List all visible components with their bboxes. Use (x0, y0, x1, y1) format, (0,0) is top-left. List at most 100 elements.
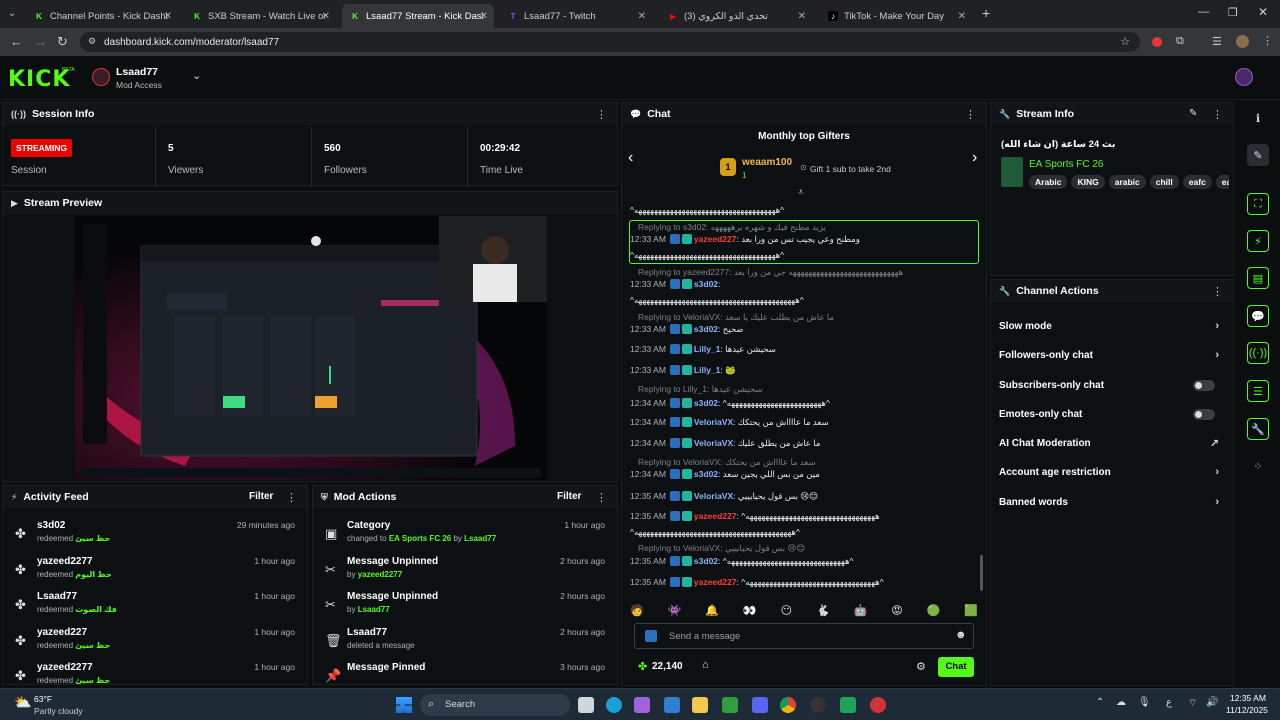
back-icon[interactable]: ← (10, 34, 23, 49)
stream-tag[interactable]: chill (1149, 175, 1179, 189)
chat-username[interactable]: s3d02 (694, 324, 718, 334)
emote-icon[interactable]: 😡 (891, 604, 902, 617)
forward-icon[interactable]: → (34, 34, 47, 49)
emoji-picker-icon[interactable]: ☻ (955, 629, 967, 641)
emote-icon[interactable]: 🟢 (927, 604, 941, 617)
browser-tab[interactable]: K Channel Points - Kick Dashboa✕ (26, 4, 178, 28)
emote-icon[interactable]: 👀 (743, 604, 757, 617)
extensions-icon[interactable]: ⧉ (1176, 35, 1184, 48)
info-icon[interactable]: ℹ (1247, 107, 1269, 129)
session-stats-icon[interactable]: ▤ (1247, 267, 1269, 289)
obs-icon[interactable] (810, 697, 826, 713)
activity-user[interactable]: Lsaad77 (37, 591, 77, 602)
emote-icon[interactable]: 🔔 (705, 604, 719, 617)
chat-menu-icon[interactable]: ⋮ (965, 108, 976, 121)
channel-action-item[interactable]: Subscribers-only chat (999, 375, 1223, 395)
maximize-icon[interactable]: ❐ (1228, 6, 1238, 19)
mod-action-user[interactable]: yazeed2277 (358, 570, 402, 579)
stream-tag[interactable]: eafc (1182, 175, 1212, 189)
chrome-icon[interactable] (780, 697, 796, 713)
channel-action-item[interactable]: Banned words › (999, 492, 1223, 512)
app-icon[interactable] (870, 697, 886, 713)
mod-list-icon[interactable]: ☰ (1247, 380, 1269, 402)
emote-icon[interactable]: 😶 (781, 604, 792, 617)
task-view-icon[interactable] (578, 697, 594, 713)
minimize-icon[interactable]: — (1198, 6, 1209, 18)
language-icon[interactable]: ع (1166, 697, 1172, 708)
tab-close-icon[interactable]: ✕ (798, 11, 806, 22)
mic-icon[interactable]: 🎙 (1138, 697, 1151, 708)
activity-user[interactable]: yazeed2277 (37, 662, 93, 673)
browser-menu-icon[interactable]: ⋮ (1262, 34, 1273, 47)
store-icon[interactable]: ⌂ (702, 659, 709, 671)
mod-action-highlight[interactable]: EA Sports FC 26 (389, 534, 451, 543)
wifi-icon[interactable]: ⌔ (1188, 697, 1197, 710)
browser-tab[interactable]: K SXB Stream - Watch Live on ✕ (184, 4, 336, 28)
fullscreen-icon[interactable]: ⛶ (1247, 193, 1269, 215)
start-windows-icon[interactable] (396, 697, 412, 713)
edge-icon[interactable] (606, 697, 622, 713)
chat-username[interactable]: VeloriaVX (694, 438, 733, 448)
gifters-prev-chevron-icon[interactable]: ‹ (628, 149, 633, 167)
mod-actions-filter-button[interactable]: Filter (557, 491, 581, 502)
stream-tag[interactable]: KING (1071, 175, 1105, 189)
tab-list-icon[interactable]: ☰ (1212, 35, 1222, 48)
extension-badge-icon[interactable] (1152, 37, 1162, 47)
chat-scrollbar[interactable] (980, 555, 983, 591)
chat-username[interactable]: s3d02 (694, 398, 718, 408)
stream-tag[interactable]: ea (1215, 175, 1229, 189)
activity-filter-button[interactable]: Filter (249, 491, 273, 502)
category-thumbnail[interactable] (1001, 157, 1023, 187)
collapse-gifters-icon[interactable]: ⩡ (798, 187, 804, 198)
session-menu-icon[interactable]: ⋮ (596, 108, 607, 121)
activity-user[interactable]: s3d02 (37, 520, 65, 531)
top-gifter-name[interactable]: weaam100 (742, 157, 792, 168)
toggle-switch[interactable] (1193, 379, 1215, 391)
emote-icon[interactable]: 👾 (668, 604, 682, 617)
copilot-icon[interactable] (634, 697, 650, 713)
emote-icon[interactable]: 🐇 (816, 604, 830, 617)
activity-menu-icon[interactable]: ⋮ (286, 491, 297, 504)
tab-close-icon[interactable]: ✕ (958, 11, 966, 22)
stream-tag[interactable]: Arabic (1029, 175, 1068, 189)
chat-username[interactable]: Lilly_1 (694, 365, 720, 375)
onedrive-icon[interactable]: ☁ (1116, 697, 1126, 708)
xbox-icon[interactable] (722, 697, 738, 713)
reply-text[interactable]: Replying to Lilly_1: سحيشن عيدها (638, 384, 762, 394)
reply-text[interactable]: Replying to s3d02: يزيد مطنح فيك و شهره … (638, 222, 826, 232)
tab-close-icon[interactable]: ✕ (480, 11, 488, 22)
edit-layout-icon[interactable]: ✎ (1247, 144, 1269, 166)
stream-info-menu-icon[interactable]: ⋮ (1212, 108, 1223, 121)
channel-points-value[interactable]: 22,140 (652, 661, 683, 672)
stream-video[interactable] (75, 216, 547, 480)
emote-icon[interactable]: 🤖 (854, 604, 868, 617)
activity-bolt-icon[interactable]: ⚡ (1247, 230, 1269, 252)
category-name[interactable]: EA Sports FC 26 (1029, 159, 1103, 170)
reply-text[interactable]: Replying to yazeed2277: هههههههههههههههه… (638, 267, 903, 277)
url-input[interactable]: ⚙ dashboard.kick.com/moderator/lsaad77 ☆ (80, 32, 1140, 52)
browser-tab[interactable]: T Lsaad77 - Twitch ✕ (500, 4, 652, 28)
broadcast-icon[interactable]: ((·)) (1247, 342, 1269, 364)
close-window-icon[interactable]: ✕ (1258, 5, 1268, 19)
tab-close-icon[interactable]: ✕ (638, 11, 646, 22)
browser-tab[interactable]: ♪ TikTok - Make Your Day ✕ (820, 4, 972, 28)
store-app-icon[interactable] (664, 697, 680, 713)
clock-time[interactable]: 12:35 AM (1230, 693, 1266, 703)
chat-username[interactable]: VeloriaVX (694, 417, 733, 427)
chat-username[interactable]: VeloriaVX (694, 491, 733, 501)
tray-chevron-icon[interactable]: ⌃ (1096, 697, 1104, 708)
widgets-icon[interactable]: ⁘ (1247, 455, 1269, 477)
chat-settings-gear-icon[interactable]: ⚙ (916, 660, 926, 673)
mod-actions-menu-icon[interactable]: ⋮ (596, 491, 607, 504)
reply-text[interactable]: Replying to VeloriaVX: ما عاش من يطلب عل… (638, 312, 834, 322)
bookmark-star-icon[interactable]: ☆ (1120, 35, 1130, 48)
channel-action-item[interactable]: AI Chat Moderation ↗ (999, 433, 1223, 453)
new-tab-button[interactable]: + (982, 5, 990, 21)
chat-username[interactable]: s3d02 (694, 279, 718, 289)
reply-text[interactable]: Replying to VeloriaVX: سعد ما عااااش من … (638, 457, 816, 467)
channel-actions-menu-icon[interactable]: ⋮ (1212, 285, 1223, 298)
tab-search-icon[interactable]: ⌄ (8, 8, 16, 19)
edit-pencil-icon[interactable]: ✎ (1189, 108, 1197, 119)
browser-tab[interactable]: ▶ (3) تحدي الدو الكروي ✕ (660, 4, 812, 28)
discord-icon[interactable] (752, 697, 768, 713)
